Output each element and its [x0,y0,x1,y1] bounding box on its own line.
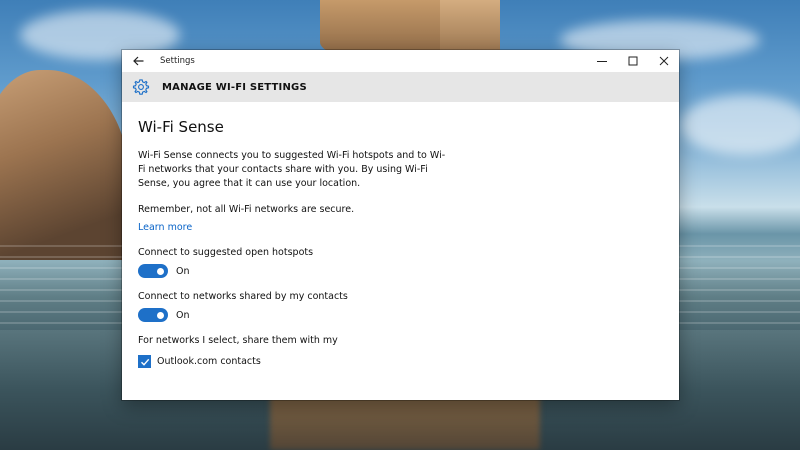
back-arrow-icon[interactable] [122,50,154,72]
section-title: Wi-Fi Sense [138,118,224,136]
open-hotspots-toggle[interactable] [138,264,168,278]
settings-window: Settings MANAGE WI-FI SETTINGS Wi-Fi Sen… [122,50,679,400]
maximize-icon [628,56,637,66]
page-title: MANAGE WI-FI SETTINGS [162,81,307,93]
window-title: Settings [160,56,195,66]
minimize-button[interactable] [586,50,617,72]
close-button[interactable] [648,50,679,72]
outlook-contacts-checkbox[interactable] [138,355,151,368]
toggle-knob [157,267,164,275]
setting-contacts-networks: On [138,308,663,322]
settings-content: Wi-Fi Sense Wi-Fi Sense connects you to … [122,102,679,368]
minimize-icon [596,61,607,62]
share-label: For networks I select, share them with m… [138,335,338,346]
close-icon [659,56,668,66]
toggle-state-text: On [176,309,190,321]
page-header: MANAGE WI-FI SETTINGS [122,72,679,102]
setting-label-contacts-networks: Connect to networks shared by my contact… [138,291,348,302]
title-bar: Settings [122,50,679,72]
checkmark-icon [140,358,149,366]
setting-open-hotspots: On [138,264,663,278]
maximize-button[interactable] [617,50,648,72]
description-text: Wi-Fi Sense connects you to suggested Wi… [138,150,446,189]
toggle-knob [157,311,164,319]
share-option-outlook[interactable]: Outlook.com contacts [138,355,663,368]
outlook-contacts-label: Outlook.com contacts [157,356,261,367]
toggle-state-text: On [176,265,190,277]
contacts-networks-toggle[interactable] [138,308,168,322]
setting-label-open-hotspots: Connect to suggested open hotspots [138,247,314,258]
warning-text: Remember, not all Wi-Fi networks are sec… [138,204,355,215]
learn-more-link[interactable]: Learn more [138,222,192,233]
gear-icon [124,72,158,102]
